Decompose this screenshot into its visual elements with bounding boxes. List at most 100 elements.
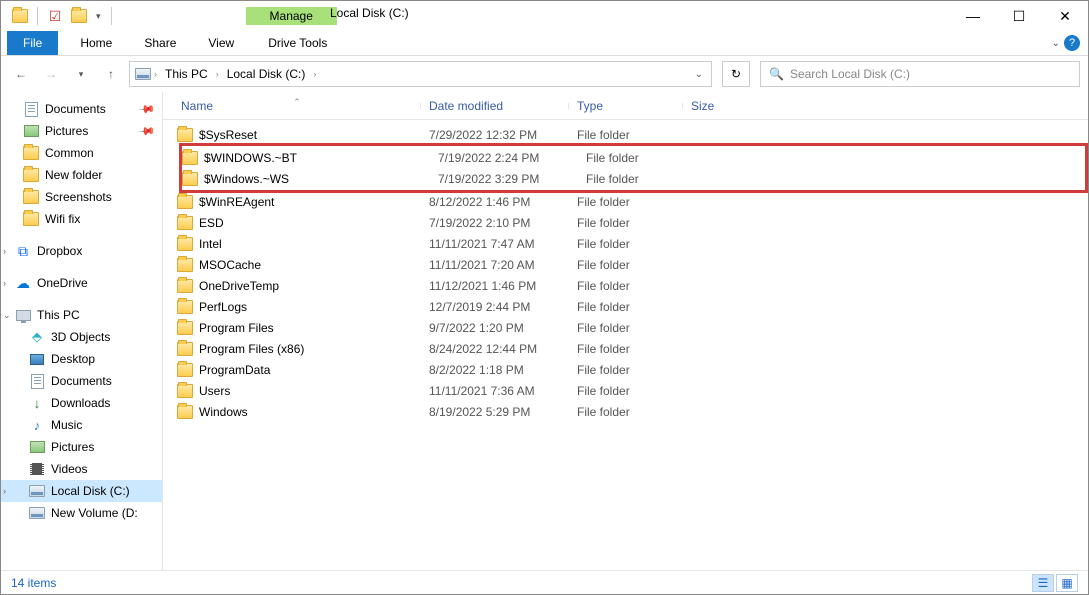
drive-icon bbox=[134, 66, 152, 82]
file-date: 8/2/2022 1:18 PM bbox=[421, 363, 569, 377]
column-header-size[interactable]: Size bbox=[683, 99, 743, 113]
tab-home[interactable]: Home bbox=[64, 31, 128, 55]
sidebar-item-onedrive[interactable]: › ☁ OneDrive bbox=[1, 272, 162, 294]
music-icon: ♪ bbox=[29, 417, 45, 433]
sidebar-item[interactable]: Videos bbox=[1, 458, 162, 480]
tab-file[interactable]: File bbox=[7, 31, 58, 55]
collapse-icon[interactable]: ⌄ bbox=[3, 310, 11, 321]
file-date: 7/19/2022 2:10 PM bbox=[421, 216, 569, 230]
tab-share[interactable]: Share bbox=[128, 31, 192, 55]
sidebar-item[interactable]: Pictures bbox=[1, 436, 162, 458]
sidebar-item[interactable]: Documents📌 bbox=[1, 98, 162, 120]
sidebar-item-this-pc[interactable]: ⌄ This PC bbox=[1, 304, 162, 326]
file-row[interactable]: $Windows.~WS7/19/2022 3:29 PMFile folder bbox=[182, 168, 1085, 189]
column-header-date[interactable]: Date modified bbox=[421, 99, 569, 113]
expand-icon[interactable]: › bbox=[3, 278, 6, 288]
minimize-button[interactable]: — bbox=[950, 1, 996, 31]
sidebar-item[interactable]: Pictures 📌 bbox=[1, 120, 162, 142]
expand-icon[interactable]: › bbox=[3, 246, 6, 256]
file-row[interactable]: OneDriveTemp11/12/2021 1:46 PMFile folde… bbox=[173, 275, 1088, 296]
3d-objects-icon: ⬘ bbox=[29, 329, 45, 345]
sidebar-item[interactable]: ♪Music bbox=[1, 414, 162, 436]
address-bar[interactable]: › This PC › Local Disk (C:) › ⌄ bbox=[129, 61, 712, 87]
folder-icon bbox=[177, 300, 193, 314]
pc-icon bbox=[15, 307, 31, 323]
column-header-name[interactable]: Name⌃ bbox=[173, 99, 421, 113]
chevron-right-icon[interactable]: › bbox=[154, 69, 157, 79]
ribbon-tabs: File Home Share View Drive Tools ⌄ ? bbox=[1, 31, 1088, 56]
file-name: $WINDOWS.~BT bbox=[204, 151, 297, 165]
tab-view[interactable]: View bbox=[192, 31, 250, 55]
qat-dropdown-icon[interactable]: ▾ bbox=[92, 11, 105, 22]
folder-icon bbox=[177, 405, 193, 419]
file-date: 11/11/2021 7:47 AM bbox=[421, 237, 569, 251]
file-row[interactable]: ProgramData8/2/2022 1:18 PMFile folder bbox=[173, 359, 1088, 380]
file-type: File folder bbox=[578, 151, 692, 165]
recent-locations-icon[interactable]: ▾ bbox=[69, 62, 93, 86]
file-type: File folder bbox=[569, 128, 683, 142]
quick-access-toolbar: ☑ ▾ bbox=[1, 5, 116, 27]
sidebar-label: New folder bbox=[45, 168, 102, 182]
file-date: 11/11/2021 7:20 AM bbox=[421, 258, 569, 272]
up-button[interactable]: ↑ bbox=[99, 62, 123, 86]
sidebar-label: This PC bbox=[37, 308, 80, 322]
forward-button[interactable]: → bbox=[39, 62, 63, 86]
folder-icon bbox=[177, 363, 193, 377]
ribbon-collapse-icon[interactable]: ⌄ bbox=[1052, 38, 1060, 49]
pictures-icon bbox=[29, 439, 45, 455]
new-folder-qat-icon[interactable] bbox=[68, 5, 90, 27]
file-row[interactable]: PerfLogs12/7/2019 2:44 PMFile folder bbox=[173, 296, 1088, 317]
maximize-button[interactable]: ☐ bbox=[996, 1, 1042, 31]
search-icon: 🔍 bbox=[769, 67, 784, 81]
sidebar-item-dropbox[interactable]: › ⧉ Dropbox bbox=[1, 240, 162, 262]
search-input[interactable] bbox=[790, 67, 1071, 81]
file-name: Program Files bbox=[199, 321, 274, 335]
file-row[interactable]: Intel11/11/2021 7:47 AMFile folder bbox=[173, 233, 1088, 254]
breadcrumb-this-pc[interactable]: This PC bbox=[159, 65, 214, 83]
file-row[interactable]: $WINDOWS.~BT7/19/2022 2:24 PMFile folder bbox=[182, 147, 1085, 168]
properties-icon[interactable]: ☑ bbox=[44, 5, 66, 27]
file-row[interactable]: Program Files9/7/2022 1:20 PMFile folder bbox=[173, 317, 1088, 338]
expand-icon[interactable]: › bbox=[3, 486, 6, 496]
sidebar-item[interactable]: Common bbox=[1, 142, 162, 164]
search-box[interactable]: 🔍 bbox=[760, 61, 1080, 87]
sidebar-item[interactable]: Screenshots bbox=[1, 186, 162, 208]
file-row[interactable]: ESD7/19/2022 2:10 PMFile folder bbox=[173, 212, 1088, 233]
sidebar-item[interactable]: ↓Downloads bbox=[1, 392, 162, 414]
address-dropdown-icon[interactable]: ⌄ bbox=[695, 69, 703, 80]
pin-icon: 📌 bbox=[138, 122, 157, 141]
sidebar-label: Pictures bbox=[45, 124, 88, 138]
chevron-right-icon[interactable]: › bbox=[313, 69, 316, 79]
sidebar-label: Downloads bbox=[51, 396, 110, 410]
breadcrumb-current[interactable]: Local Disk (C:) bbox=[221, 65, 312, 83]
sidebar-label: Documents bbox=[45, 102, 106, 116]
view-large-icons-button[interactable]: ▦ bbox=[1056, 574, 1078, 592]
refresh-button[interactable]: ↻ bbox=[722, 61, 750, 87]
sidebar-item[interactable]: Desktop bbox=[1, 348, 162, 370]
sidebar-item[interactable]: ›Local Disk (C:) bbox=[1, 480, 162, 502]
sidebar-item[interactable]: New Volume (D: bbox=[1, 502, 162, 524]
view-details-button[interactable]: ☰ bbox=[1032, 574, 1054, 592]
file-row[interactable]: Users11/11/2021 7:36 AMFile folder bbox=[173, 380, 1088, 401]
file-row[interactable]: $SysReset7/29/2022 12:32 PMFile folder bbox=[173, 124, 1088, 145]
file-date: 11/11/2021 7:36 AM bbox=[421, 384, 569, 398]
tab-drive-tools[interactable]: Drive Tools bbox=[252, 31, 343, 55]
pictures-icon bbox=[23, 123, 39, 139]
file-date: 9/7/2022 1:20 PM bbox=[421, 321, 569, 335]
close-button[interactable]: ✕ bbox=[1042, 1, 1088, 31]
file-row[interactable]: MSOCache11/11/2021 7:20 AMFile folder bbox=[173, 254, 1088, 275]
file-row[interactable]: Program Files (x86)8/24/2022 12:44 PMFil… bbox=[173, 338, 1088, 359]
folder-icon bbox=[177, 258, 193, 272]
sidebar-item[interactable]: Wifi fix bbox=[1, 208, 162, 230]
folder-icon bbox=[177, 279, 193, 293]
sidebar-item[interactable]: ⬘3D Objects bbox=[1, 326, 162, 348]
file-row[interactable]: Windows8/19/2022 5:29 PMFile folder bbox=[173, 401, 1088, 422]
sidebar-label: OneDrive bbox=[37, 276, 88, 290]
sidebar-item[interactable]: New folder bbox=[1, 164, 162, 186]
chevron-right-icon[interactable]: › bbox=[216, 69, 219, 79]
back-button[interactable]: ← bbox=[9, 62, 33, 86]
column-header-type[interactable]: Type bbox=[569, 99, 683, 113]
help-icon[interactable]: ? bbox=[1064, 35, 1080, 51]
sidebar-item[interactable]: Documents bbox=[1, 370, 162, 392]
file-row[interactable]: $WinREAgent8/12/2022 1:46 PMFile folder bbox=[173, 191, 1088, 212]
